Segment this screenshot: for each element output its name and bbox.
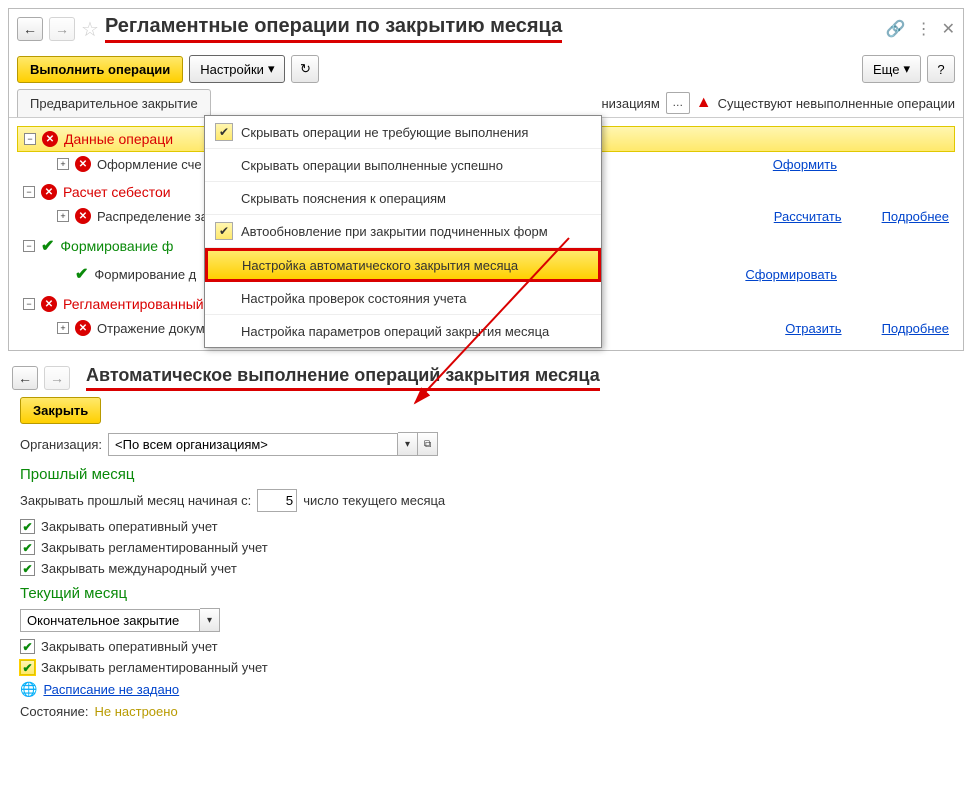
schedule-link[interactable]: Расписание не задано	[43, 682, 179, 697]
collapse-icon[interactable]: −	[24, 133, 36, 145]
help-button[interactable]: ?	[927, 55, 955, 83]
chk-cur-reg[interactable]: ✔	[20, 660, 35, 675]
tab-preview-close[interactable]: Предварительное закрытие	[17, 89, 211, 117]
dd-check-settings[interactable]: Настройка проверок состояния учета	[205, 282, 601, 315]
chk-prev-oper[interactable]: ✔	[20, 519, 35, 534]
error-icon: ✕	[41, 184, 57, 200]
org-filter-tail: низациям	[601, 96, 659, 111]
forward-button-2[interactable]: →	[44, 366, 70, 390]
error-icon: ✕	[75, 156, 91, 172]
status-value: Не настроено	[94, 704, 177, 719]
org-combo-dropdown[interactable]: ▾	[398, 432, 418, 456]
error-icon: ✕	[42, 131, 58, 147]
section-prev-month: Прошлый месяц	[12, 460, 960, 485]
prev-day-input[interactable]	[257, 489, 297, 512]
globe-icon: 🌐	[20, 681, 37, 698]
dd-hide-explain[interactable]: Скрывать пояснения к операциям	[205, 182, 601, 215]
page-title: Регламентные операции по закрытию месяца	[105, 15, 562, 43]
collapse-icon[interactable]: −	[23, 186, 35, 198]
org-filter-more[interactable]: …	[666, 92, 690, 114]
collapse-icon[interactable]: −	[23, 240, 35, 252]
action-form[interactable]: Сформировать	[745, 267, 837, 282]
back-button-2[interactable]: ←	[12, 366, 38, 390]
close-icon[interactable]: ✕	[942, 19, 955, 39]
chk-prev-reg[interactable]: ✔	[20, 540, 35, 555]
refresh-button[interactable]: ↻	[291, 55, 319, 83]
collapse-icon[interactable]: −	[23, 298, 35, 310]
link-icon[interactable]: 🔗	[886, 19, 906, 39]
dd-autorefresh[interactable]: ✔Автообновление при закрытии подчиненных…	[205, 215, 601, 248]
warning-icon: ▲	[696, 94, 712, 112]
action-details[interactable]: Подробнее	[882, 209, 949, 224]
expand-icon[interactable]: +	[57, 322, 69, 334]
panel2-title: Автоматическое выполнение операций закры…	[86, 365, 600, 391]
org-combo[interactable]	[108, 433, 398, 456]
chk-cur-oper[interactable]: ✔	[20, 639, 35, 654]
forward-button[interactable]: →	[49, 17, 75, 41]
star-icon[interactable]: ☆	[81, 17, 99, 42]
settings-dropdown: ✔Скрывать операции не требующие выполнен…	[204, 115, 602, 348]
chk-prev-intl[interactable]: ✔	[20, 561, 35, 576]
dd-hide-success[interactable]: Скрывать операции выполненные успешно	[205, 149, 601, 182]
more-button[interactable]: Еще▾	[862, 55, 921, 83]
settings-dropdown-button[interactable]: Настройки▾	[189, 55, 285, 83]
section-cur-month: Текущий месяц	[12, 579, 960, 604]
warning-text: Существуют невыполненные операции	[718, 96, 955, 111]
kebab-icon[interactable]: ⋮	[916, 19, 932, 39]
error-icon: ✕	[75, 208, 91, 224]
org-label: Организация:	[20, 437, 102, 452]
dd-hide-not-required[interactable]: ✔Скрывать операции не требующие выполнен…	[205, 116, 601, 149]
org-combo-open[interactable]: ⧉	[418, 432, 438, 456]
close-button[interactable]: Закрыть	[20, 397, 101, 424]
expand-icon[interactable]: +	[57, 210, 69, 222]
error-icon: ✕	[75, 320, 91, 336]
mode-combo[interactable]	[20, 609, 200, 632]
dd-auto-close-settings[interactable]: Настройка автоматического закрытия месяц…	[205, 248, 601, 282]
action-details[interactable]: Подробнее	[882, 321, 949, 336]
back-button[interactable]: ←	[17, 17, 43, 41]
ok-icon: ✔	[75, 264, 88, 284]
expand-icon[interactable]: +	[57, 158, 69, 170]
action-reflect[interactable]: Отразить	[785, 321, 841, 336]
action-oformit[interactable]: Оформить	[773, 157, 837, 172]
execute-button[interactable]: Выполнить операции	[17, 56, 183, 83]
dd-param-settings[interactable]: Настройка параметров операций закрытия м…	[205, 315, 601, 347]
action-calc[interactable]: Рассчитать	[774, 209, 842, 224]
ok-icon: ✔	[41, 236, 54, 256]
error-icon: ✕	[41, 296, 57, 312]
mode-combo-dropdown[interactable]: ▾	[200, 608, 220, 632]
